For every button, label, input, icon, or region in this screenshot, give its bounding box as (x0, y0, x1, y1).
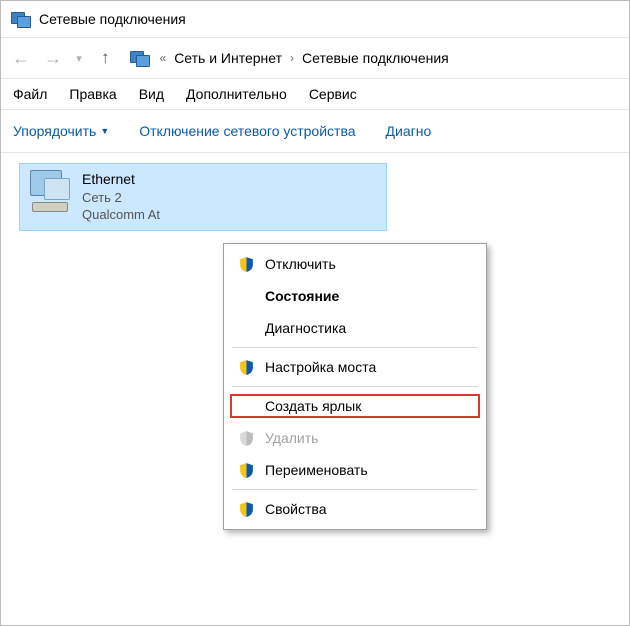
ctx-delete: Удалить (226, 422, 484, 454)
caret-down-icon: ▼ (100, 126, 109, 136)
ethernet-adapter-icon (28, 170, 72, 214)
network-connections-icon (11, 10, 31, 28)
nav-recent-dropdown[interactable]: ▾ (69, 52, 89, 65)
shield-icon (238, 256, 255, 273)
menu-service[interactable]: Сервис (309, 86, 357, 102)
window-title: Сетевые подключения (39, 11, 186, 27)
organize-dropdown[interactable]: Упорядочить ▼ (13, 123, 109, 139)
content-area: Ethernet Сеть 2 Qualcomm At (1, 153, 629, 241)
separator (232, 489, 478, 490)
breadcrumb-item[interactable]: Сеть и Интернет (174, 50, 282, 66)
address-bar[interactable]: « Сеть и Интернет › Сетевые подключения (130, 49, 449, 67)
breadcrumb-item[interactable]: Сетевые подключения (302, 50, 449, 66)
titlebar: Сетевые подключения (1, 1, 629, 37)
adapter-text: Ethernet Сеть 2 Qualcomm At (82, 170, 160, 224)
ctx-diagnostics[interactable]: Диагностика (226, 312, 484, 344)
shield-icon (238, 359, 255, 376)
menu-file[interactable]: Файл (13, 86, 47, 102)
separator (232, 347, 478, 348)
menu-edit[interactable]: Правка (69, 86, 116, 102)
ctx-shortcut-label: Создать ярлык (265, 398, 361, 414)
ctx-status[interactable]: Состояние (226, 280, 484, 312)
disable-device-button[interactable]: Отключение сетевого устройства (139, 123, 355, 139)
separator (232, 386, 478, 387)
adapter-item-ethernet[interactable]: Ethernet Сеть 2 Qualcomm At (19, 163, 387, 231)
ctx-rename-label: Переименовать (265, 462, 368, 478)
menubar: Файл Правка Вид Дополнительно Сервис (1, 78, 629, 109)
ctx-disable-label: Отключить (265, 256, 336, 272)
navbar: ← → ▾ ↑ « Сеть и Интернет › Сетевые подк… (1, 37, 629, 78)
ctx-diag-label: Диагностика (265, 320, 346, 336)
menu-view[interactable]: Вид (139, 86, 164, 102)
chevron-icon: « (158, 51, 169, 65)
diagnose-button[interactable]: Диагно (386, 123, 432, 139)
ctx-create-shortcut[interactable]: Создать ярлык (226, 390, 484, 422)
explorer-window: Сетевые подключения ← → ▾ ↑ « Сеть и Инт… (0, 0, 630, 626)
ctx-props-label: Свойства (265, 501, 326, 517)
context-menu: Отключить Состояние Диагностика Настройк… (223, 243, 487, 530)
adapter-device: Qualcomm At (82, 206, 160, 224)
ctx-bridge-label: Настройка моста (265, 359, 376, 375)
network-icon (130, 49, 152, 67)
nav-forward-button[interactable]: → (43, 48, 63, 69)
adapter-name: Ethernet (82, 170, 160, 189)
ctx-delete-label: Удалить (265, 430, 318, 446)
ctx-disable[interactable]: Отключить (226, 248, 484, 280)
shield-icon (238, 430, 255, 447)
adapter-network: Сеть 2 (82, 189, 160, 207)
ctx-properties[interactable]: Свойства (226, 493, 484, 525)
shield-icon (238, 462, 255, 479)
toolbar: Упорядочить ▼ Отключение сетевого устрой… (1, 109, 629, 153)
menu-extra[interactable]: Дополнительно (186, 86, 287, 102)
shield-icon (238, 501, 255, 518)
ctx-bridge[interactable]: Настройка моста (226, 351, 484, 383)
ctx-rename[interactable]: Переименовать (226, 454, 484, 486)
nav-back-button[interactable]: ← (11, 48, 31, 69)
nav-up-button[interactable]: ↑ (101, 48, 110, 68)
organize-label: Упорядочить (13, 123, 96, 139)
ctx-status-label: Состояние (265, 288, 339, 304)
chevron-right-icon: › (288, 51, 296, 65)
